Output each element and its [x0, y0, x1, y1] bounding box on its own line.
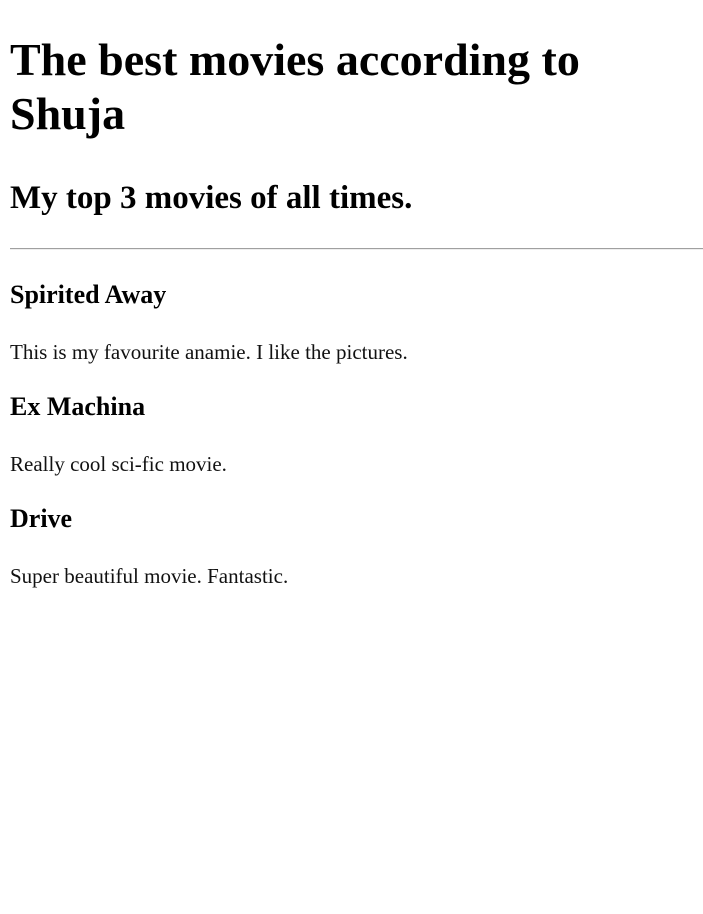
movie-description: Really cool sci-fic movie.	[10, 452, 227, 476]
page-subtitle: My top 3 movies of all times.	[10, 180, 413, 216]
movie-description: Super beautiful movie. Fantastic.	[10, 564, 289, 588]
movie-entry-spirited-away: Spirited Away This is my favourite anami…	[10, 280, 693, 364]
movie-title: Drive	[10, 504, 73, 533]
movie-title: Spirited Away	[10, 280, 167, 309]
page-title: The best movies according to Shuja	[10, 34, 580, 139]
movie-entry-ex-machina: Ex Machina Really cool sci-fic movie.	[10, 392, 693, 476]
movie-title: Ex Machina	[10, 392, 146, 421]
movie-entry-drive: Drive Super beautiful movie. Fantastic.	[10, 504, 693, 588]
movie-description: This is my favourite anamie. I like the …	[10, 340, 408, 364]
page-content: The best movies according to Shuja My to…	[0, 33, 703, 588]
divider	[10, 248, 703, 250]
